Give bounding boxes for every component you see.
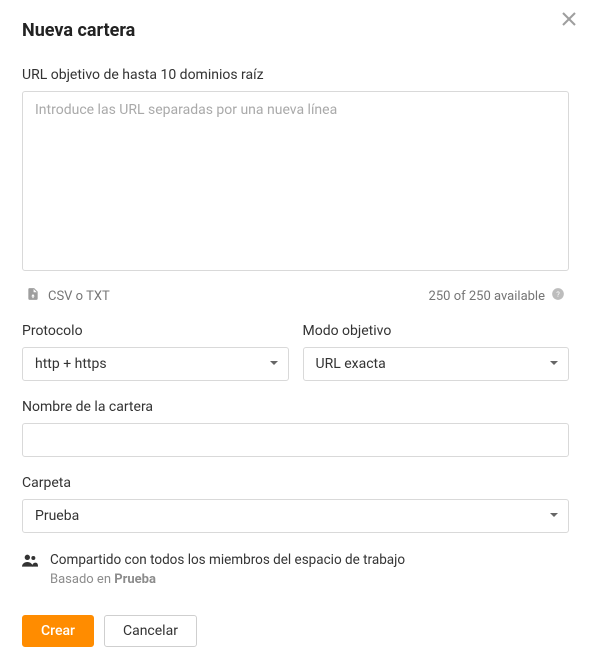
cancel-button[interactable]: Cancelar	[104, 615, 197, 647]
modal-title: Nueva cartera	[22, 20, 569, 41]
url-label: URL objetivo de hasta 10 dominios raíz	[22, 67, 569, 83]
modal-actions: Crear Cancelar	[22, 615, 569, 647]
protocol-value: http + https	[35, 356, 107, 372]
upload-label: CSV o TXT	[48, 289, 110, 304]
available-text: 250 of 250 available	[429, 289, 545, 304]
shared-info: Compartido con todos los miembros del es…	[22, 551, 569, 589]
portfolio-name-label: Nombre de la cartera	[22, 399, 569, 415]
target-mode-select[interactable]: URL exacta	[303, 347, 570, 381]
url-textarea[interactable]	[22, 91, 569, 271]
close-icon[interactable]	[561, 10, 577, 30]
available-counter: 250 of 250 available ?	[429, 287, 565, 305]
target-mode-value: URL exacta	[316, 356, 386, 372]
protocol-label: Protocolo	[22, 323, 289, 339]
help-icon[interactable]: ?	[551, 287, 565, 305]
upload-icon	[26, 287, 40, 305]
protocol-select[interactable]: http + https	[22, 347, 289, 381]
upload-file-button[interactable]: CSV o TXT	[26, 287, 110, 305]
textarea-footer: CSV o TXT 250 of 250 available ?	[22, 287, 569, 305]
target-mode-label: Modo objetivo	[303, 323, 570, 339]
svg-text:?: ?	[556, 290, 560, 299]
folder-select[interactable]: Prueba	[22, 499, 569, 533]
shared-based-on: Basado en Prueba	[50, 571, 405, 589]
folder-label: Carpeta	[22, 475, 569, 491]
new-portfolio-modal: Nueva cartera URL objetivo de hasta 10 d…	[0, 0, 591, 667]
folder-value: Prueba	[35, 508, 79, 524]
shared-line: Compartido con todos los miembros del es…	[50, 551, 405, 569]
users-icon	[22, 551, 38, 589]
portfolio-name-input[interactable]	[22, 423, 569, 457]
create-button[interactable]: Crear	[22, 615, 94, 647]
